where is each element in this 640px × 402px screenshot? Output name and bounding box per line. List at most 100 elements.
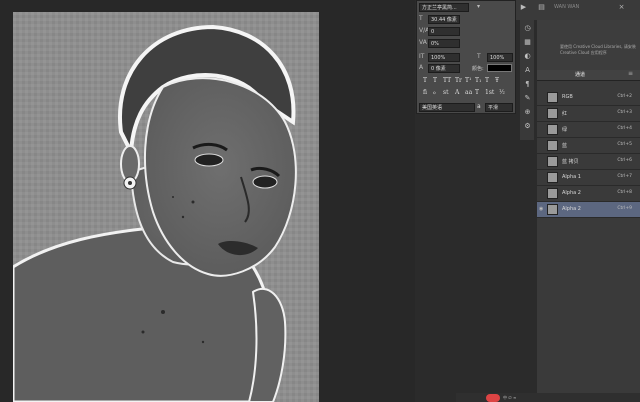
photo-layer <box>13 12 319 402</box>
font-family-value: 方正兰亭黑简... <box>422 5 457 11</box>
channel-name: 红 <box>562 111 568 117</box>
font-family-dropdown[interactable]: 方正兰亭黑简... <box>419 3 469 12</box>
baseline-shift-icon: A <box>419 64 424 71</box>
paragraph-icon[interactable]: ¶ <box>523 80 532 89</box>
channel-name: 绿 <box>562 127 568 133</box>
visibility-icon[interactable] <box>539 126 545 133</box>
swatches-icon[interactable]: ▦ <box>523 38 532 47</box>
tracking-value: 0% <box>431 41 439 47</box>
channel-thumbnail <box>547 108 558 119</box>
baseline-field[interactable]: 0 像素 <box>428 64 460 73</box>
channel-row[interactable]: RGB Ctrl+2 <box>537 90 640 106</box>
channel-row[interactable]: 蓝 拷贝 Ctrl+6 <box>537 154 640 170</box>
eye-icon[interactable]: ◉ <box>539 206 545 213</box>
font-size-value: 30.44 像素 <box>431 17 457 23</box>
clone-source-icon[interactable]: ⊕ <box>523 108 532 117</box>
channel-shortcut: Ctrl+3 <box>617 110 632 115</box>
channel-thumbnail <box>547 204 558 215</box>
ot-stylistic-button[interactable]: aa <box>465 89 472 96</box>
channel-name: Alpha 2 <box>562 206 581 212</box>
channel-thumbnail <box>547 140 558 151</box>
horizontal-scale-field[interactable]: 100% <box>487 53 513 62</box>
play-icon[interactable]: ▶ <box>518 3 529 14</box>
ime-status-text: 中 ∅ ∞ <box>503 395 517 400</box>
channel-name: 蓝 拷贝 <box>562 159 579 165</box>
channel-name: Alpha 2 <box>562 190 581 196</box>
visibility-icon[interactable] <box>539 142 545 149</box>
anti-alias-icon: a <box>477 103 481 110</box>
channel-row[interactable]: 蓝 Ctrl+5 <box>537 138 640 154</box>
channel-thumbnail <box>547 124 558 135</box>
font-size-field[interactable]: 30.44 像素 <box>428 15 460 24</box>
panel-dock-strip: ◷ ▦ ◐ A ¶ ✎ ⊕ ⚙ <box>520 20 534 140</box>
ot-ligature-button[interactable]: fi <box>423 89 427 96</box>
horizontal-scale-value: 100% <box>490 55 505 61</box>
channel-thumbnail <box>547 188 558 199</box>
font-style-icon[interactable]: ▾ <box>477 3 480 11</box>
kerning-field[interactable]: 0 <box>428 27 460 36</box>
channels-tab-bar <box>537 70 640 81</box>
top-toolbar: ▶ ▤ WAN WAN × <box>516 0 640 20</box>
faux-italic-button[interactable]: T <box>433 77 437 84</box>
visibility-icon[interactable] <box>539 94 545 101</box>
document-canvas[interactable] <box>13 12 319 402</box>
channel-row[interactable]: 绿 Ctrl+4 <box>537 122 640 138</box>
channel-shortcut: Ctrl+9 <box>617 206 632 211</box>
history-icon[interactable]: ◷ <box>523 24 532 33</box>
channel-thumbnail <box>547 92 558 103</box>
superscript-button[interactable]: T¹ <box>465 77 471 84</box>
tool-presets-icon[interactable]: ⚙ <box>523 122 532 131</box>
faux-bold-button[interactable]: T <box>423 77 427 84</box>
character-panel: 方正兰亭黑简... ▾ 30.44 像素 T V/A 0 VA 0% IT 10… <box>416 0 516 114</box>
vertical-scale-icon: IT <box>419 53 425 60</box>
underline-button[interactable]: T <box>485 77 489 84</box>
tab-channels[interactable]: 通道 <box>575 71 585 78</box>
text-color-swatch[interactable] <box>487 64 512 72</box>
canvas-workspace[interactable] <box>0 0 415 402</box>
ot-swash-button[interactable]: A <box>455 89 459 96</box>
subscript-button[interactable]: T₁ <box>475 77 481 84</box>
all-caps-button[interactable]: TT <box>443 77 451 84</box>
small-caps-button[interactable]: Tr <box>455 77 462 84</box>
baseline-value: 0 像素 <box>431 66 446 72</box>
channel-row-selected[interactable]: ◉ Alpha 2 Ctrl+9 <box>537 202 640 218</box>
ot-titling-button[interactable]: T <box>475 89 479 96</box>
channel-name: Alpha 1 <box>562 174 581 180</box>
adjustments-icon[interactable]: ◐ <box>523 52 532 61</box>
anti-alias-value: 平滑 <box>488 105 499 111</box>
watermark-text: WAN WAN <box>554 4 580 10</box>
channel-row[interactable]: 红 Ctrl+3 <box>537 106 640 122</box>
character-icon[interactable]: A <box>523 66 532 75</box>
visibility-icon[interactable] <box>539 158 545 165</box>
vertical-scale-field[interactable]: 100% <box>428 53 460 62</box>
ot-ordinal-button[interactable]: 1st <box>485 89 494 96</box>
panel-icon[interactable]: ▤ <box>536 3 547 14</box>
close-panel-icon[interactable]: × <box>616 3 627 14</box>
kerning-value: 0 <box>431 29 435 35</box>
channel-name: 蓝 <box>562 143 568 149</box>
vertical-scale-value: 100% <box>431 55 446 61</box>
channel-shortcut: Ctrl+6 <box>617 158 632 163</box>
horizontal-scale-icon: T <box>477 53 481 60</box>
visibility-icon[interactable] <box>539 190 545 197</box>
brush-icon[interactable]: ✎ <box>523 94 532 103</box>
panel-menu-icon[interactable]: ≡ <box>628 70 633 77</box>
channel-row[interactable]: Alpha 1 Ctrl+7 <box>537 170 640 186</box>
visibility-icon[interactable] <box>539 110 545 117</box>
ot-discretionary-button[interactable]: st <box>443 89 449 96</box>
ot-contextual-button[interactable]: ℴ <box>433 89 436 96</box>
strikethrough-button[interactable]: Ŧ <box>495 77 499 84</box>
status-bar <box>456 393 640 402</box>
channel-name: RGB <box>562 94 573 100</box>
channel-row[interactable]: Alpha 2 Ctrl+8 <box>537 186 640 202</box>
tracking-field[interactable]: 0% <box>428 39 460 48</box>
anti-alias-dropdown[interactable]: 平滑 <box>485 103 513 112</box>
channel-thumbnail <box>547 172 558 183</box>
channel-thumbnail <box>547 156 558 167</box>
ot-fraction-button[interactable]: ½ <box>499 89 505 96</box>
language-dropdown[interactable]: 美国英语 <box>419 103 475 112</box>
channel-shortcut: Ctrl+5 <box>617 142 632 147</box>
tracking-icon: VA <box>419 39 427 46</box>
visibility-icon[interactable] <box>539 174 545 181</box>
ime-indicator-icon[interactable] <box>486 394 500 402</box>
